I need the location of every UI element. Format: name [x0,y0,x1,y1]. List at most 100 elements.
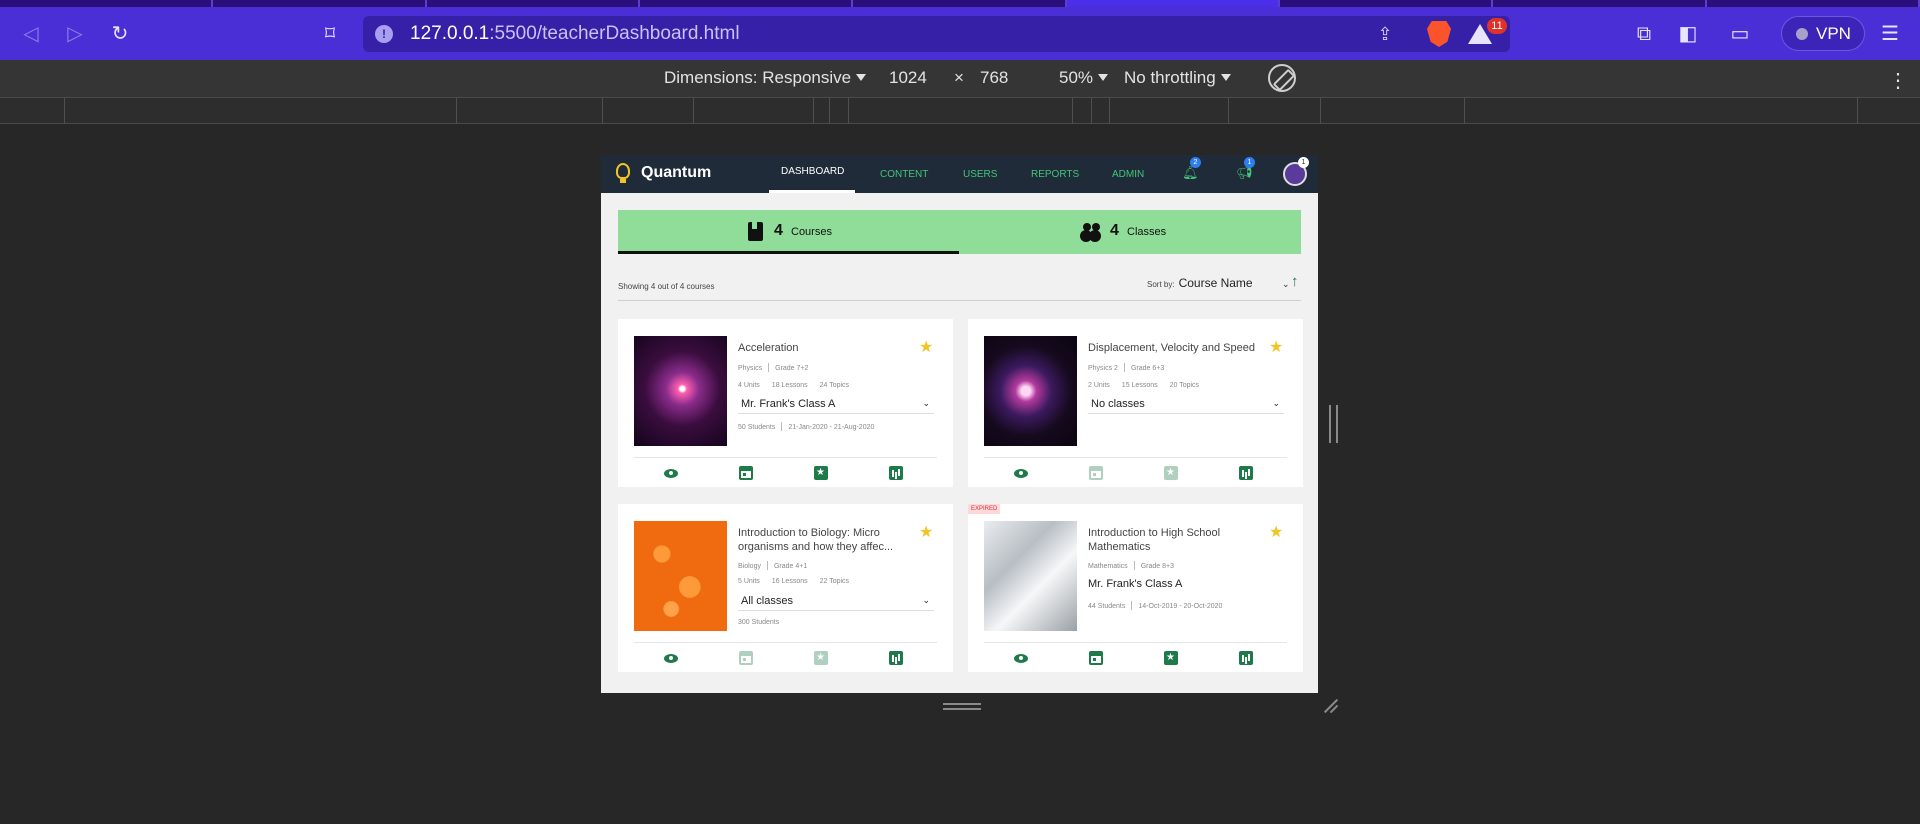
class-stats: 300 Students [738,619,780,626]
height-input[interactable]: 768 [980,68,1008,88]
nav-content[interactable]: CONTENT [880,169,928,180]
eye-icon[interactable] [1014,469,1028,478]
browser-tab[interactable] [1280,0,1494,7]
bookmark-icon[interactable]: ⌑ [316,20,344,48]
tab-classes[interactable]: 4 Classes [960,210,1301,254]
course-card[interactable]: Displacement, Velocity and Speed ★ Physi… [968,319,1303,487]
rotate-icon[interactable] [1268,64,1296,92]
course-thumbnail[interactable] [634,336,727,446]
dimensions-dropdown[interactable]: Dimensions: Responsive [664,68,867,88]
classes-count: 4 [1110,222,1119,239]
brave-shields-icon[interactable] [1427,21,1451,47]
divider [618,300,1301,301]
class-select[interactable]: All classes ⌄ [738,595,934,611]
forward-icon[interactable]: ▷ [61,20,89,48]
course-subject-grade: Mathematics Grade 8+3 [1088,561,1174,570]
back-icon[interactable]: ◁ [17,20,45,48]
eye-icon[interactable] [664,469,678,478]
nav-admin[interactable]: ADMIN [1112,169,1144,180]
emulated-viewport: Quantum DASHBOARD CONTENT USERS REPORTS … [601,155,1318,693]
card-actions [634,642,937,672]
eye-icon[interactable] [1014,654,1028,663]
classes-label: Classes [1127,226,1167,238]
extensions-icon[interactable]: ⧉ [1630,20,1658,48]
browser-tab-active[interactable] [1066,0,1280,7]
url-text[interactable]: 127.0.0.1:5500/teacherDashboard.html [410,23,740,45]
browser-tab[interactable] [1707,0,1920,7]
chart-icon[interactable] [1239,466,1253,480]
browser-tab[interactable] [640,0,854,7]
chart-icon[interactable] [889,651,903,665]
browser-tab[interactable] [427,0,640,7]
course-thumbnail[interactable] [984,336,1077,446]
star-icon[interactable]: ★ [919,337,933,357]
course-card[interactable]: Acceleration ★ Physics Grade 7+2 4 Units 1… [618,319,953,487]
people-icon [1080,223,1102,239]
assignment-icon[interactable] [1164,651,1178,665]
more-options-icon[interactable]: ⋮ [1888,68,1908,93]
course-card[interactable]: EXPIRED Introduction to High School Math… [968,504,1303,672]
course-stats: 4 Units 18 Lessons 24 Topics [738,382,850,389]
address-bar[interactable]: ! 127.0.0.1:5500/teacherDashboard.html ⇪… [363,16,1510,52]
notifications-badge: 2 [1190,157,1201,168]
app-navbar: Quantum DASHBOARD CONTENT USERS REPORTS … [601,155,1318,193]
calendar-icon[interactable] [1089,651,1103,665]
calendar-icon[interactable] [739,466,753,480]
course-title[interactable]: Acceleration [738,341,914,355]
star-icon[interactable]: ★ [1269,522,1283,542]
course-card[interactable]: Introduction to Biology: Micro organisms… [618,504,953,672]
reload-icon[interactable]: ↻ [106,20,134,48]
resize-handle-bottom[interactable] [943,703,981,710]
nav-users[interactable]: USERS [963,169,997,180]
wallet-icon[interactable]: ▭ [1726,20,1754,48]
site-info-icon[interactable]: ! [375,25,393,43]
throttling-dropdown[interactable]: No throttling [1124,68,1231,88]
course-thumbnail[interactable] [634,521,727,631]
chevron-down-icon[interactable]: ⌄ [1282,279,1290,290]
star-icon[interactable]: ★ [1269,337,1283,357]
chart-icon[interactable] [889,466,903,480]
app-logo[interactable]: Quantum [641,164,711,182]
chart-icon[interactable] [1239,651,1253,665]
course-title[interactable]: Introduction to Biology: Micro organisms… [738,526,914,554]
resize-handle-right[interactable] [1329,405,1338,443]
sort-dropdown[interactable]: Sort by: Course Name [1147,276,1253,290]
course-thumbnail[interactable] [984,521,1077,631]
eye-icon[interactable] [664,654,678,663]
class-stats: 44 Students 14-Oct-2019 - 20-Oct-2020 [1088,601,1223,610]
class-select[interactable]: No classes ⌄ [1088,398,1284,414]
browser-tab[interactable] [213,0,427,7]
course-title[interactable]: Introduction to High School Mathematics [1088,526,1264,554]
calendar-icon [739,651,753,665]
card-actions [634,457,937,487]
zoom-dropdown[interactable]: 50% [1059,68,1109,88]
chevron-down-icon: ⌄ [922,595,930,605]
announcements-badge: 1 [1244,157,1255,168]
class-stats: 50 Students 21-Jan-2020 - 21-Aug-2020 [738,422,875,431]
class-select[interactable]: Mr. Frank's Class A ⌄ [738,398,934,414]
vpn-button[interactable]: VPN [1781,16,1865,51]
star-icon[interactable]: ★ [919,522,933,542]
width-input[interactable]: 1024 [889,68,927,88]
card-actions [984,642,1287,672]
nav-active-indicator [769,190,855,193]
book-icon [748,222,763,241]
vpn-status-icon [1796,28,1808,40]
nav-dashboard[interactable]: DASHBOARD [781,166,844,177]
card-actions [984,457,1287,487]
browser-tab[interactable] [1493,0,1707,7]
nav-reports[interactable]: REPORTS [1031,169,1079,180]
browser-tab[interactable] [0,0,214,7]
device-toolbar: Dimensions: Responsive 1024 × 768 50% No… [0,60,1920,98]
sidebar-icon[interactable]: ◧ [1674,20,1702,48]
resize-handle-corner[interactable] [1322,696,1340,714]
tab-courses[interactable]: 4 Courses [618,210,959,254]
browser-tab[interactable] [853,0,1067,7]
courses-count: 4 [774,222,783,239]
menu-icon[interactable]: ☰ [1876,20,1904,48]
sort-direction-icon[interactable]: ↑ [1291,273,1299,290]
tab-strip [0,0,1920,7]
assignment-icon[interactable] [814,466,828,480]
course-title[interactable]: Displacement, Velocity and Speed [1088,341,1264,355]
share-icon[interactable]: ⇪ [1373,22,1397,46]
